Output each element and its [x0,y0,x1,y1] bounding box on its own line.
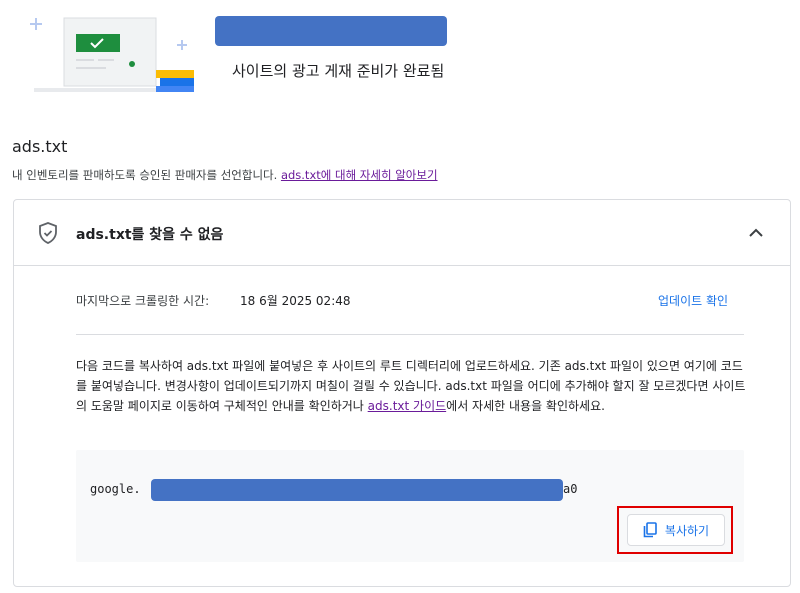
copy-icon [643,522,657,538]
instructions-text: 다음 코드를 복사하여 ads.txt 파일에 붙여넣은 후 사이트의 루트 디… [76,356,746,416]
status-text: ads.txt를 찾을 수 없음 [76,227,224,243]
code-suffix: a0 [563,482,578,496]
copy-button[interactable]: 복사하기 [627,514,725,546]
redacted-publisher-id [151,479,563,501]
divider [76,334,744,335]
section-description: 내 인벤토리를 판매하도록 승인된 판매자를 선언합니다. ads.txt에 대… [12,167,438,183]
ads-txt-guide-link[interactable]: ads.txt 가이드 [368,399,446,413]
learn-more-link[interactable]: ads.txt에 대해 자세히 알아보기 [281,168,438,182]
chevron-up-icon[interactable] [744,221,768,245]
copy-button-label: 복사하기 [664,523,710,538]
check-update-link[interactable]: 업데이트 확인 [658,292,728,309]
page-title: 사이트의 광고 게재 준비가 완료됨 [232,62,445,80]
code-prefix: google. [90,482,141,496]
last-crawled-value: 18 6월 2025 02:48 [240,294,351,308]
site-ready-illustration [14,8,204,98]
shield-check-icon [39,222,57,244]
last-crawled-label: 마지막으로 크롤링한 시간: [76,294,210,308]
redacted-site-name [215,16,447,46]
section-description-text: 내 인벤토리를 판매하도록 승인된 판매자를 선언합니다. [12,168,281,182]
section-title: ads.txt [12,137,68,156]
instructions-after: 에서 자세한 내용을 확인하세요. [446,399,605,413]
